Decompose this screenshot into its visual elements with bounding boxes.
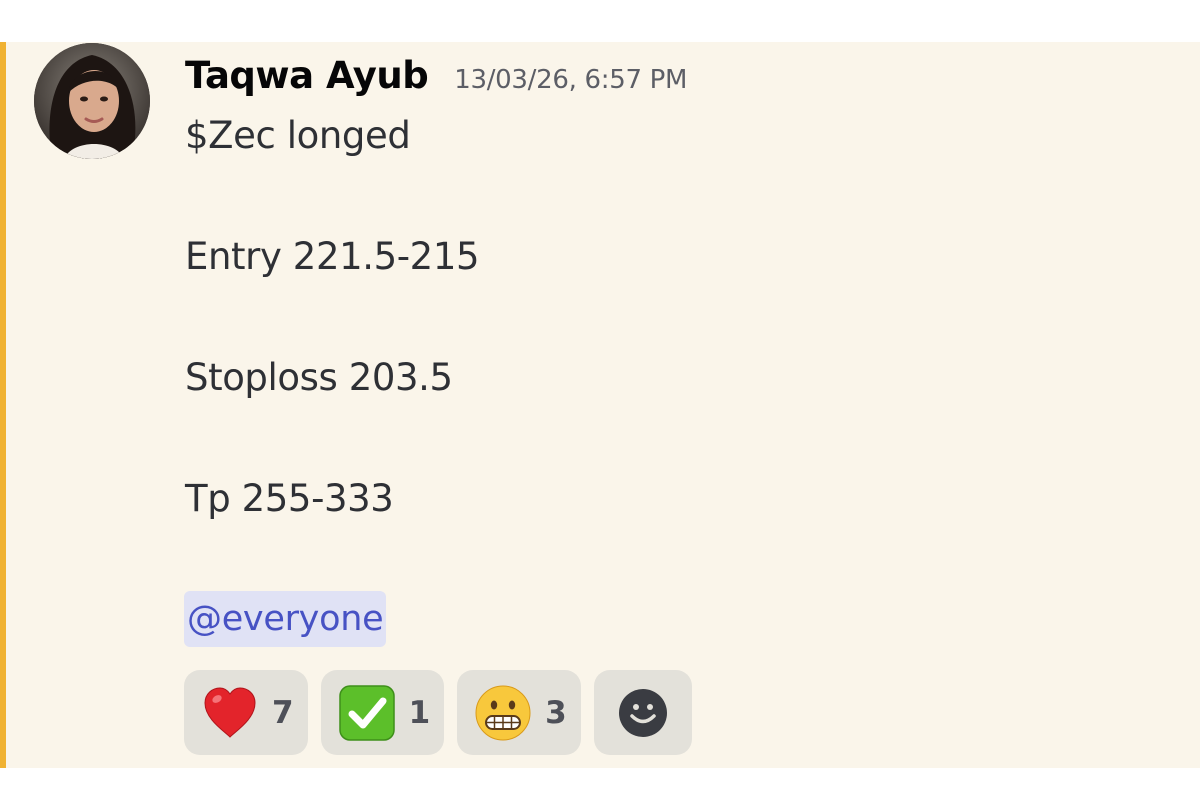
message-line: Tp 255-333 [185, 477, 394, 520]
reaction-red-heart[interactable]: 7 [184, 670, 308, 755]
reaction-count: 1 [408, 694, 431, 731]
reaction-count: 7 [272, 694, 294, 731]
everyone-mention[interactable]: @everyone [184, 591, 387, 647]
mention-highlight-bar [0, 42, 6, 768]
timestamp: 13/03/26, 6:57 PM [454, 65, 688, 95]
message-line: Entry 221.5-215 [185, 235, 480, 278]
reaction-grimacing-face[interactable]: 3 [457, 670, 581, 755]
avatar[interactable] [34, 43, 150, 159]
reactions-bar: 7 1 3 [184, 670, 692, 755]
message-header: Taqwa Ayub 13/03/26, 6:57 PM [185, 54, 687, 97]
message-line: Stoploss 203.5 [185, 356, 453, 399]
smiley-face-icon [618, 688, 667, 737]
reaction-check-mark-button[interactable]: 1 [320, 670, 445, 755]
red-heart-icon [204, 686, 256, 738]
reaction-count: 3 [545, 694, 567, 731]
grimacing-face-icon [475, 685, 531, 740]
check-mark-button-icon [338, 684, 395, 741]
add-reaction-button[interactable] [593, 670, 692, 755]
chat-message: Taqwa Ayub 13/03/26, 6:57 PM $Zec longed… [0, 42, 1200, 768]
message-line: $Zec longed [185, 114, 411, 157]
username[interactable]: Taqwa Ayub [185, 54, 429, 97]
